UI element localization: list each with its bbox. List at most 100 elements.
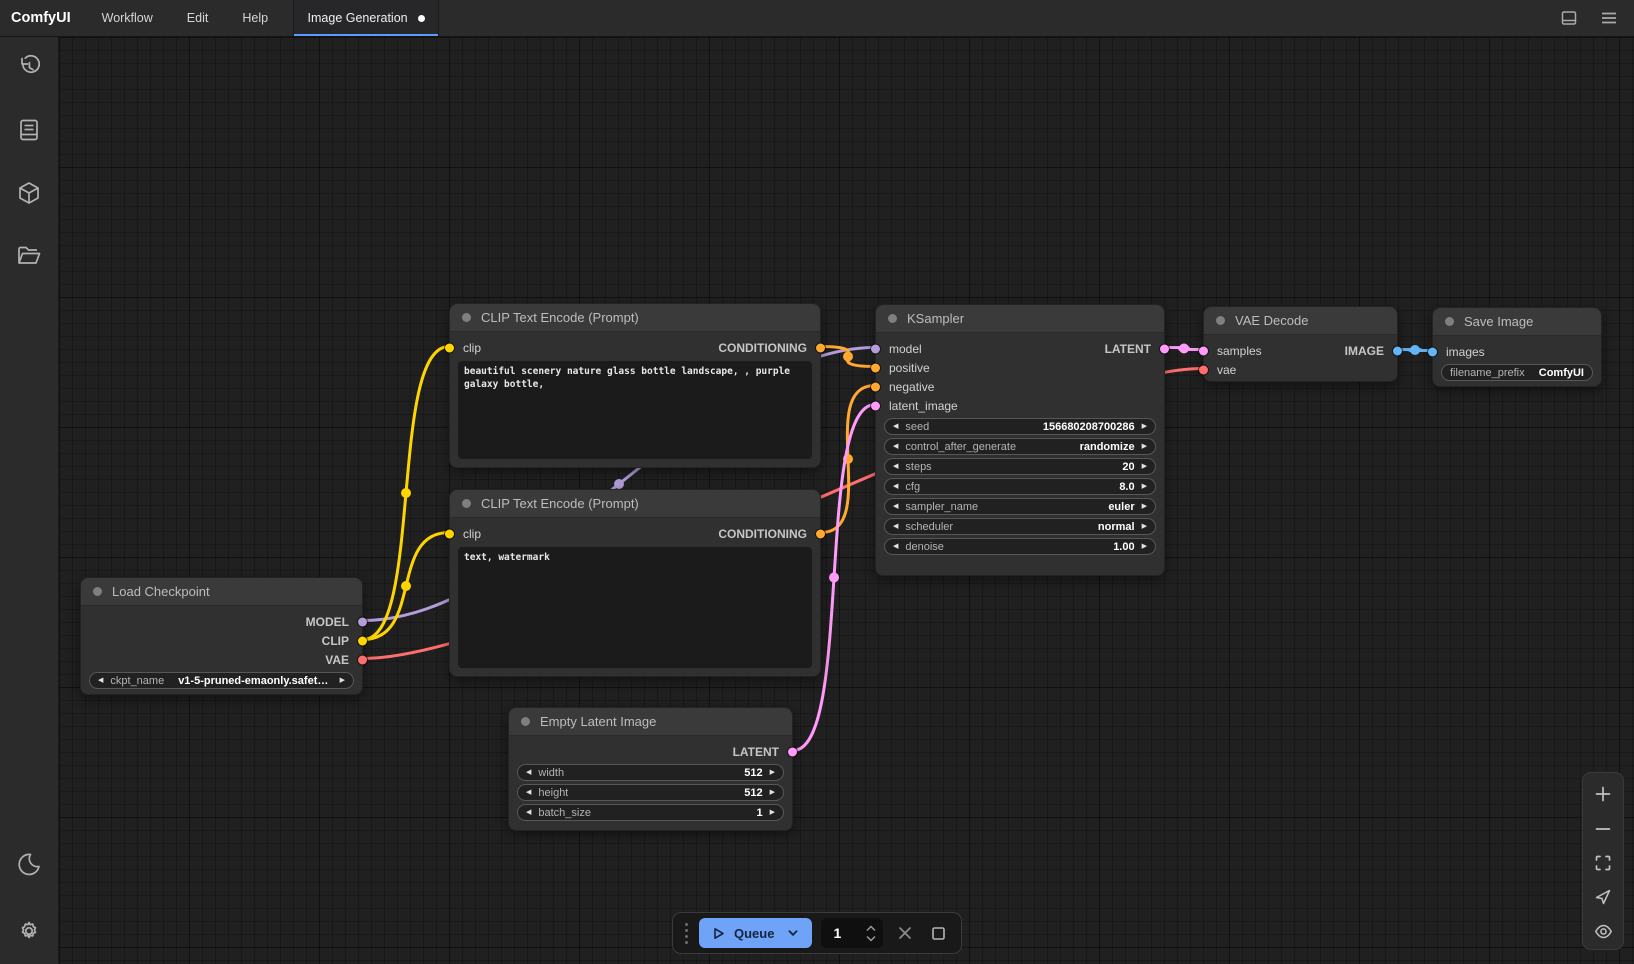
widget-decrement-icon[interactable]: ◀ [893,523,898,530]
widget-scheduler[interactable]: ◀schedulernormal▶ [884,518,1156,535]
node-vaedecode[interactable]: VAE DecodesamplesIMAGEvae [1203,306,1398,382]
input-slot-vae[interactable] [1199,365,1208,374]
widget-width[interactable]: ◀width512▶ [517,764,784,781]
input-slot-samples[interactable] [1199,346,1208,355]
zoom-in-icon[interactable] [1586,777,1620,811]
input-slot-clip[interactable] [445,343,454,352]
widget-increment-icon[interactable]: ▶ [1142,443,1147,450]
fit-view-icon[interactable] [1586,846,1620,880]
widget-decrement-icon[interactable]: ◀ [893,503,898,510]
theme-toggle-icon[interactable] [8,844,50,884]
node-header[interactable]: VAE Decode [1204,307,1397,335]
widget-increment-icon[interactable]: ▶ [770,789,775,796]
widget-increment-icon[interactable]: ▶ [340,677,345,684]
widget-increment-icon[interactable]: ▶ [770,809,775,816]
output-slot-VAE[interactable] [358,655,367,664]
input-slot-images[interactable] [1428,347,1437,356]
toggle-link-visibility-icon[interactable] [1586,915,1620,949]
actionbar-drag-handle[interactable] [683,923,690,944]
widget-decrement-icon[interactable]: ◀ [526,809,531,816]
prompt-textarea[interactable]: text, watermark [458,547,812,668]
widget-control_after_generate[interactable]: ◀control_after_generaterandomize▶ [884,438,1156,455]
collapse-dot-icon[interactable] [462,313,471,322]
widget-decrement-icon[interactable]: ◀ [526,769,531,776]
history-icon[interactable] [8,47,50,87]
clear-queue-icon[interactable] [892,920,917,946]
menu-help[interactable]: Help [225,0,285,36]
widget-increment-icon[interactable]: ▶ [1142,463,1147,470]
node-canvas[interactable] [59,37,1634,964]
select-mode-icon[interactable] [1586,880,1620,914]
widget-steps[interactable]: ◀steps20▶ [884,458,1156,475]
output-slot-CONDITIONING[interactable] [816,529,825,538]
node-header[interactable]: CLIP Text Encode (Prompt) [450,490,820,518]
widget-decrement-icon[interactable]: ◀ [893,483,898,490]
widget-increment-icon[interactable]: ▶ [1142,423,1147,430]
widget-decrement-icon[interactable]: ◀ [893,423,898,430]
widget-seed[interactable]: ◀seed156680208700286▶ [884,418,1156,435]
bottom-panel-icon[interactable] [1558,7,1580,29]
widget-sampler_name[interactable]: ◀sampler_nameeuler▶ [884,498,1156,515]
widget-decrement-icon[interactable]: ◀ [98,677,103,684]
widget-denoise[interactable]: ◀denoise1.00▶ [884,538,1156,555]
node-header[interactable]: Load Checkpoint [81,578,362,606]
count-increment-icon[interactable] [865,925,877,932]
node-header[interactable]: KSampler [876,305,1164,333]
menu-workflow[interactable]: Workflow [85,0,170,36]
settings-icon[interactable] [8,911,50,951]
node-ckpt[interactable]: Load CheckpointMODELCLIPVAE◀ckpt_namev1-… [80,577,363,695]
node-header[interactable]: Empty Latent Image [509,708,792,736]
collapse-dot-icon[interactable] [462,499,471,508]
input-slot-negative[interactable] [871,382,880,391]
widget-increment-icon[interactable]: ▶ [1142,503,1147,510]
widget-increment-icon[interactable]: ▶ [1142,483,1147,490]
input-slot-model[interactable] [871,344,880,353]
widget-increment-icon[interactable]: ▶ [1142,543,1147,550]
widget-filename_prefix[interactable]: filename_prefixComfyUI [1441,364,1593,381]
widget-decrement-icon[interactable]: ◀ [893,463,898,470]
input-slot-latent_image[interactable] [871,401,880,410]
workflows-icon[interactable] [8,236,50,276]
tab-image-generation[interactable]: Image Generation [293,0,439,36]
widget-decrement-icon[interactable]: ◀ [526,789,531,796]
collapse-dot-icon[interactable] [1216,316,1225,325]
node-header[interactable]: Save Image [1433,308,1601,336]
output-slot-CONDITIONING[interactable] [816,343,825,352]
count-decrement-icon[interactable] [865,935,877,942]
model-library-icon[interactable] [8,173,50,213]
input-slot-clip[interactable] [445,529,454,538]
node-save[interactable]: Save Imageimagesfilename_prefixComfyUI [1432,307,1602,387]
zoom-out-icon[interactable] [1586,811,1620,845]
output-slot-LATENT[interactable] [1160,344,1169,353]
widget-cfg[interactable]: ◀cfg8.0▶ [884,478,1156,495]
output-slot-LATENT[interactable] [788,747,797,756]
widget-decrement-icon[interactable]: ◀ [893,443,898,450]
output-slot-IMAGE[interactable] [1393,346,1402,355]
collapse-dot-icon[interactable] [888,314,897,323]
prompt-textarea[interactable]: beautiful scenery nature glass bottle la… [458,361,812,459]
node-library-icon[interactable] [8,110,50,150]
node-latent[interactable]: Empty Latent ImageLATENT◀width512▶◀heigh… [508,707,793,831]
widget-increment-icon[interactable]: ▶ [770,769,775,776]
node-clip2[interactable]: CLIP Text Encode (Prompt)clipCONDITIONIN… [449,489,821,677]
widget-increment-icon[interactable]: ▶ [1142,523,1147,530]
widget-label: steps [905,461,931,473]
collapse-dot-icon[interactable] [1445,317,1454,326]
output-slot-CLIP[interactable] [358,636,367,645]
widget-height[interactable]: ◀height512▶ [517,784,784,801]
collapse-dot-icon[interactable] [521,717,530,726]
node-ksampler[interactable]: KSamplermodelLATENTpositivenegativelaten… [875,304,1165,576]
queue-button[interactable]: Queue [699,918,812,948]
batch-count-input[interactable]: 1 [821,918,883,948]
output-slot-MODEL[interactable] [358,617,367,626]
widget-decrement-icon[interactable]: ◀ [893,543,898,550]
menu-icon[interactable] [1598,7,1620,29]
collapse-dot-icon[interactable] [93,587,102,596]
widget-ckpt_name[interactable]: ◀ckpt_namev1-5-pruned-emaonly.safete...▶ [89,672,354,689]
menu-edit[interactable]: Edit [170,0,226,36]
node-header[interactable]: CLIP Text Encode (Prompt) [450,304,820,332]
node-clip1[interactable]: CLIP Text Encode (Prompt)clipCONDITIONIN… [449,303,821,468]
stop-icon[interactable] [926,920,951,946]
widget-batch_size[interactable]: ◀batch_size1▶ [517,804,784,821]
input-slot-positive[interactable] [871,363,880,372]
